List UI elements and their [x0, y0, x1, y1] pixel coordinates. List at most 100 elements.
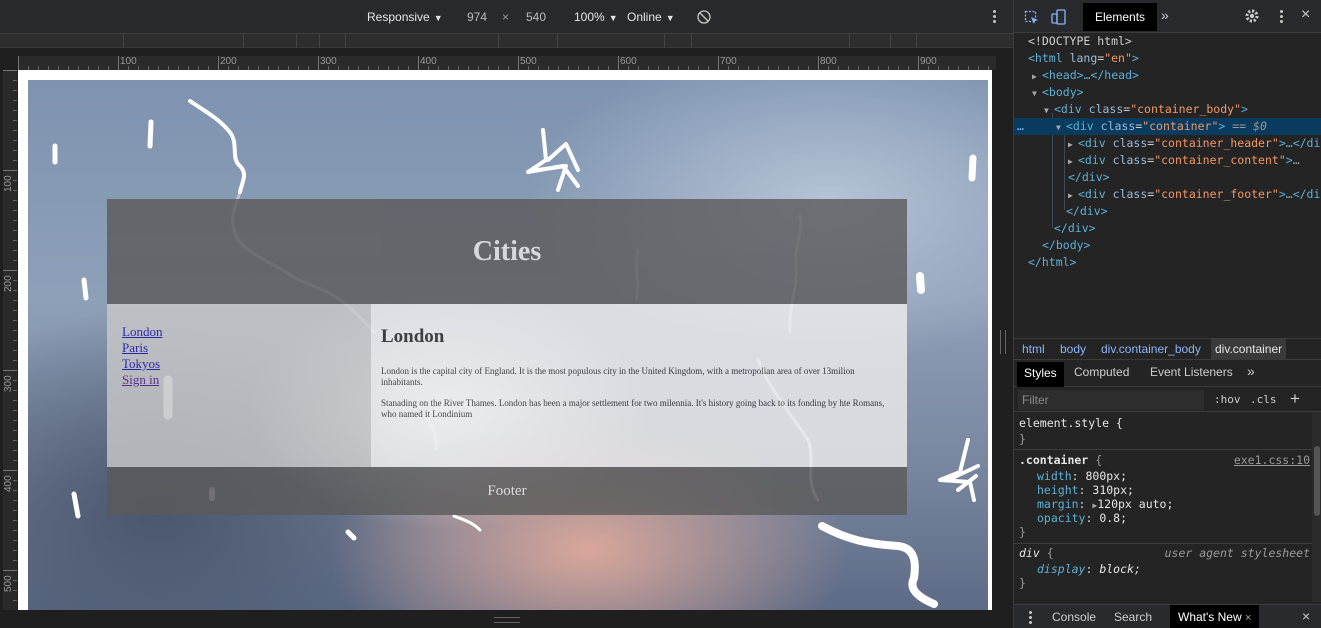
dom-node-head[interactable]: ▶ <head>…</head> — [1014, 67, 1321, 84]
element-style-rule[interactable]: element.style { — [1019, 416, 1123, 430]
selected-node-marker: == $0 — [1232, 119, 1267, 133]
dom-node-container-body[interactable]: ▼ <div class="container_body"> — [1014, 101, 1321, 118]
dom-node-close[interactable]: </div> — [1014, 203, 1321, 220]
property-name: margin — [1037, 497, 1079, 511]
close-icon[interactable]: × — [1245, 612, 1251, 624]
dom-node-close[interactable]: </div> — [1014, 220, 1321, 237]
tab-whats-new[interactable]: What's New × — [1170, 605, 1260, 628]
dom-tag: …</div> — [1285, 136, 1321, 150]
new-rule-button[interactable]: + — [1290, 389, 1300, 409]
expand-triangle-icon[interactable]: ▶ — [1068, 153, 1078, 169]
media-query-bar[interactable] — [0, 34, 1013, 48]
ruler-tick — [13, 440, 17, 441]
site-nav: London Paris Tokyos Sign in — [107, 304, 371, 467]
style-property[interactable]: height: 310px; — [1037, 483, 1134, 497]
style-property[interactable]: opacity: 0.8; — [1037, 511, 1127, 525]
more-options-icon[interactable] — [1278, 8, 1284, 26]
ruler-label: 600 — [620, 56, 637, 67]
devtools-tab-bar: Elements » × — [1014, 0, 1321, 33]
more-tabs-icon[interactable]: » — [1161, 7, 1169, 23]
ruler-tick — [3, 570, 17, 571]
rotate-icon[interactable] — [697, 10, 711, 24]
style-property[interactable]: margin: ▶120px auto; — [1037, 497, 1173, 511]
property-value[interactable]: 800px; — [1085, 469, 1127, 483]
ruler-tick — [13, 560, 17, 561]
nav-link-london[interactable]: London — [122, 324, 371, 340]
class-toggle-button[interactable]: .cls — [1250, 393, 1277, 406]
site-header: Cities — [107, 199, 907, 304]
property-value[interactable]: 120px auto; — [1097, 497, 1173, 511]
property-name: display — [1037, 562, 1086, 576]
nav-link-paris[interactable]: Paris — [122, 340, 371, 356]
dom-node-container-footer[interactable]: ▶<div class="container_footer">…</div> — [1014, 186, 1321, 203]
more-options-icon[interactable] — [990, 8, 998, 26]
node-actions-icon[interactable]: … — [1017, 118, 1024, 135]
tab-event-listeners[interactable]: Event Listeners — [1150, 365, 1233, 379]
dom-node-body[interactable]: ▼ <body> — [1014, 84, 1321, 101]
dom-tree[interactable]: <!DOCTYPE html> <html lang="en"> ▶ <head>… — [1014, 33, 1321, 338]
styles-scrollbar-thumb[interactable] — [1314, 446, 1320, 516]
property-value: block; — [1099, 562, 1141, 576]
hover-state-button[interactable]: :hov — [1214, 393, 1241, 406]
height-input[interactable]: 540 — [526, 10, 546, 24]
throttle-select[interactable]: Online ▼ — [627, 10, 675, 24]
tab-search[interactable]: Search — [1114, 610, 1152, 624]
ruler-label: 700 — [720, 56, 737, 67]
nav-link-sign-in[interactable]: Sign in — [122, 372, 371, 388]
property-value[interactable]: 310px; — [1092, 483, 1134, 497]
dom-node-body-close[interactable]: </body> — [1014, 237, 1321, 254]
property-name: opacity — [1037, 511, 1086, 525]
collapse-triangle-icon[interactable]: ▼ — [1032, 85, 1042, 101]
ruler-tick — [13, 300, 17, 301]
side-resize-handle[interactable] — [1000, 330, 1006, 354]
dom-tag: <div — [1078, 153, 1106, 167]
collapse-triangle-icon[interactable]: ▼ — [1056, 119, 1066, 135]
dom-node-container-header[interactable]: ▶<div class="container_header">…</div> — [1014, 135, 1321, 152]
dom-tag: > — [1131, 51, 1139, 65]
zoom-select[interactable]: 100% ▼ — [574, 10, 618, 24]
rule-selector: .container — [1019, 453, 1089, 467]
device-toggle-icon[interactable] — [1051, 9, 1067, 25]
more-tabs-icon[interactable]: » — [1247, 363, 1255, 379]
inspect-element-icon[interactable] — [1024, 10, 1040, 26]
ruler-tick — [3, 470, 17, 471]
style-property[interactable]: width: 800px; — [1037, 469, 1127, 483]
expand-triangle-icon[interactable]: ▶ — [1068, 136, 1078, 152]
dom-node-container-selected[interactable]: … ▼ <div class="container"> == $0 — [1014, 118, 1321, 135]
style-property: display: block; — [1037, 562, 1141, 576]
property-value[interactable]: 0.8; — [1099, 511, 1127, 525]
dom-node-doctype[interactable]: <!DOCTYPE html> — [1014, 33, 1321, 50]
rule-source-link[interactable]: exe1.css:10 — [1234, 453, 1310, 467]
styles-filter-input[interactable] — [1018, 390, 1204, 410]
device-select[interactable]: Responsive ▼ — [367, 10, 443, 24]
breadcrumb-container[interactable]: div.container — [1211, 339, 1287, 360]
tab-elements[interactable]: Elements — [1083, 3, 1158, 31]
close-icon[interactable]: × — [1302, 608, 1310, 624]
tab-computed[interactable]: Computed — [1074, 365, 1129, 379]
styles-pane[interactable]: element.style { } .container { exe1.css:… — [1014, 412, 1312, 602]
width-input[interactable]: 974 — [467, 10, 487, 24]
gear-icon[interactable] — [1244, 8, 1260, 24]
dom-tag: </html> — [1028, 255, 1077, 269]
dom-node-html-close[interactable]: </html> — [1014, 254, 1321, 271]
dom-tag: </div> — [1068, 170, 1110, 184]
dom-tag: <div — [1078, 187, 1106, 201]
collapse-triangle-icon[interactable]: ▼ — [1044, 102, 1054, 118]
breadcrumb-body[interactable]: body — [1056, 339, 1090, 360]
nav-link-tokyos[interactable]: Tokyos — [122, 356, 371, 372]
emulated-viewport[interactable]: Cities London Paris Tokyos Sign in Londo… — [18, 70, 992, 610]
breadcrumb-container-body[interactable]: div.container_body — [1097, 339, 1205, 360]
bottom-resize-handle[interactable] — [494, 617, 520, 623]
dom-node-html[interactable]: <html lang="en"> — [1014, 50, 1321, 67]
tab-console[interactable]: Console — [1052, 610, 1096, 624]
ruler-tick — [13, 600, 17, 601]
drawer-menu-icon[interactable] — [1028, 610, 1032, 624]
rule-selector: element.style { — [1019, 416, 1123, 430]
breadcrumb-html[interactable]: html — [1018, 339, 1049, 360]
expand-triangle-icon[interactable]: ▶ — [1032, 68, 1042, 84]
dom-node-container-content[interactable]: ▶ <div class="container_content">… — [1014, 152, 1321, 169]
dom-node-close[interactable]: </div> — [1014, 169, 1321, 186]
expand-triangle-icon[interactable]: ▶ — [1068, 187, 1078, 203]
close-icon[interactable]: × — [1301, 6, 1310, 24]
tab-styles[interactable]: Styles — [1017, 362, 1064, 387]
